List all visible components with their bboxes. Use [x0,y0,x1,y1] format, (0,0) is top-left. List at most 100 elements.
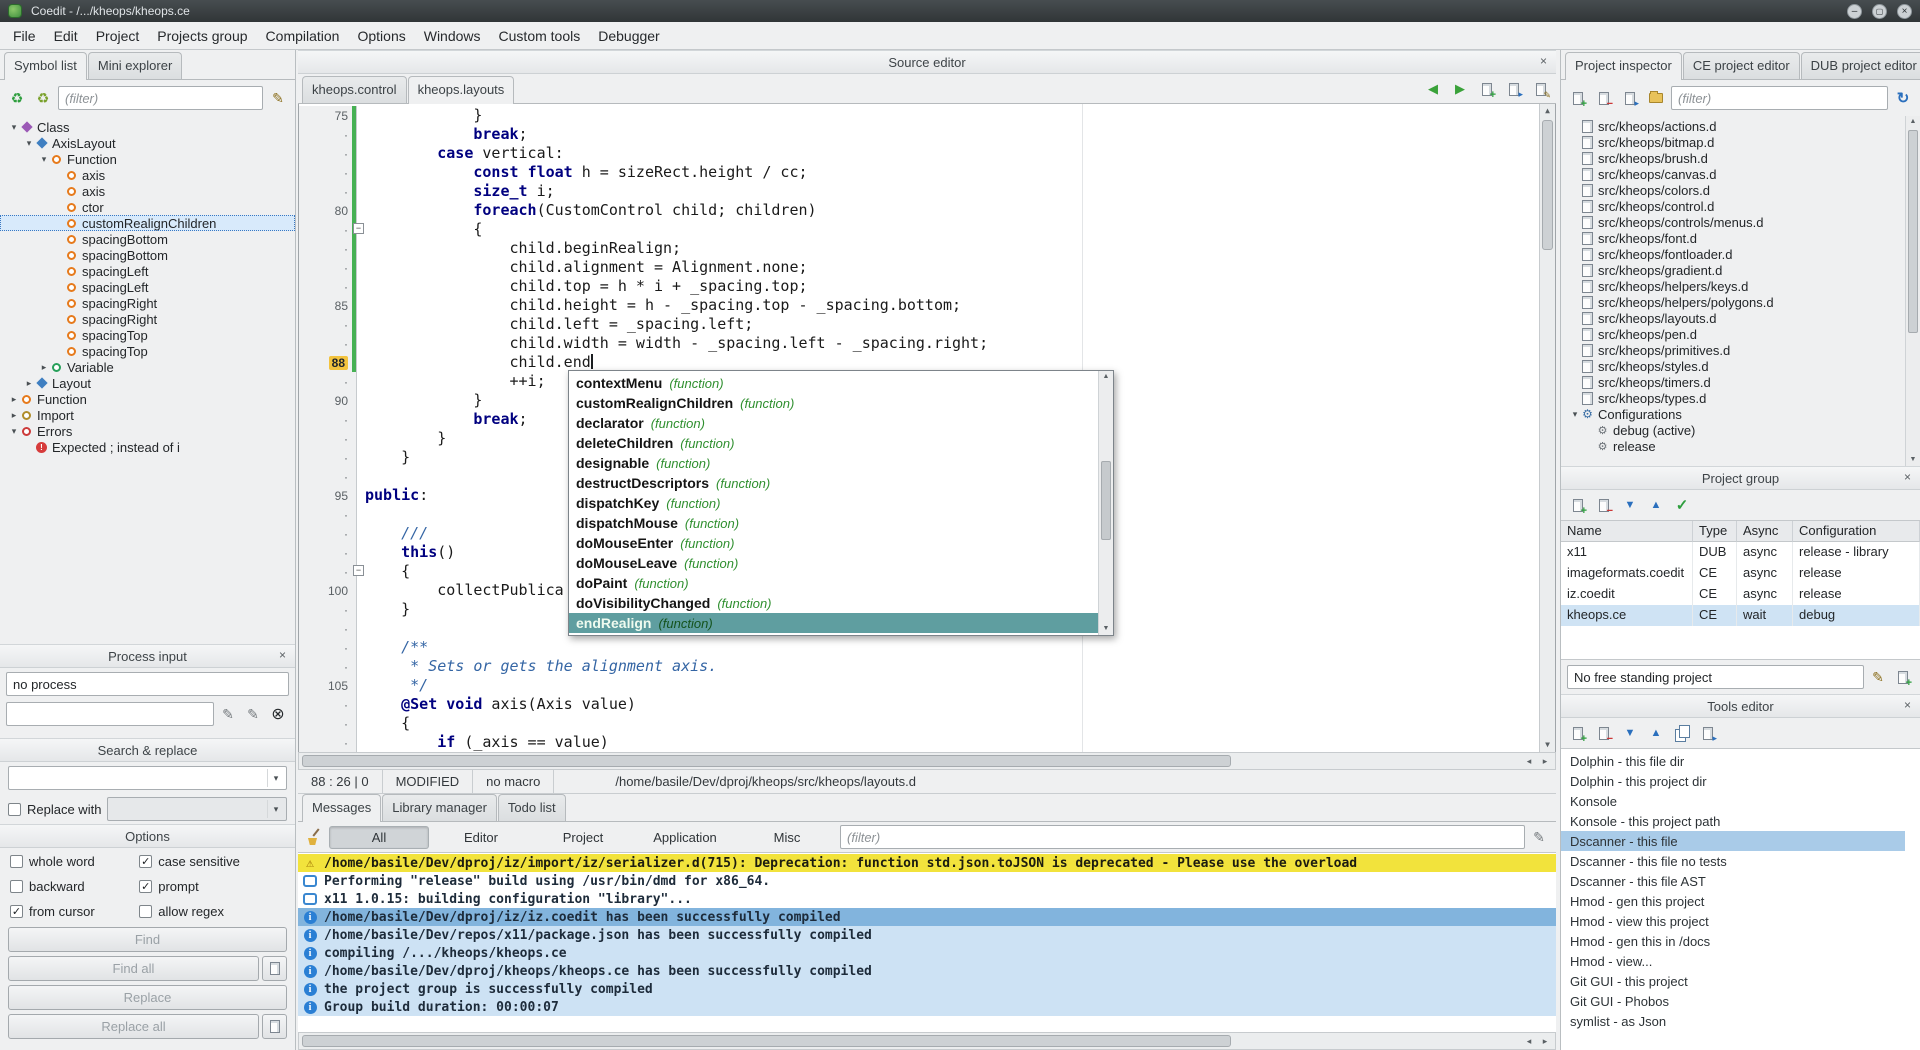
clone-tool-icon[interactable] [1671,722,1693,744]
project-file-item[interactable]: src/kheops/helpers/polygons.d [1561,294,1905,310]
project-file-item[interactable]: src/kheops/bitmap.d [1561,134,1905,150]
code-line[interactable]: · /** [299,638,1555,657]
line-gutter[interactable]: · [299,429,357,448]
symbol-tree-item[interactable]: spacingBottom [0,247,295,263]
tool-item[interactable]: symlist - as Json [1561,1011,1905,1031]
code-line[interactable]: · case vertical: [299,144,1555,163]
code-line[interactable]: · if (_axis == value) [299,733,1555,752]
code-line[interactable]: · child.width = width - _spacing.left - … [299,334,1555,353]
tool-item[interactable]: Git GUI - Phobos [1561,991,1905,1011]
symbol-tree-item[interactable]: axis [0,167,295,183]
remove-project-icon[interactable] [1593,494,1615,516]
symbol-filter-input[interactable] [58,86,263,110]
expander-icon[interactable] [8,122,20,133]
completion-item[interactable]: doPaint (function) [569,573,1098,593]
editor-vscrollbar[interactable]: ▲ ▼ [1539,104,1555,752]
completion-item[interactable]: declarator (function) [569,413,1098,433]
add-source-icon[interactable] [1567,87,1589,109]
editor-tab[interactable]: kheops.layouts [408,76,515,104]
code-line[interactable]: ·− { [299,220,1555,239]
symbol-tree-item[interactable]: spacingTop [0,327,295,343]
right-panel-tab[interactable]: CE project editor [1683,52,1800,79]
line-gutter[interactable]: · [299,239,357,258]
project-row[interactable]: iz.coedit CE async release [1561,584,1920,605]
scroll-up-icon[interactable]: ▲ [1906,116,1920,128]
symbol-tree-item[interactable]: ctor [0,199,295,215]
line-gutter[interactable]: · [299,714,357,733]
tool-item[interactable]: Hmod - gen this project [1561,891,1905,911]
line-gutter[interactable]: 90 [299,391,357,410]
project-file-item[interactable]: src/kheops/primitives.d [1561,342,1905,358]
scroll-thumb[interactable] [302,755,1231,767]
open-source-icon[interactable] [1619,87,1641,109]
completion-item[interactable]: doMouseLeave (function) [569,553,1098,573]
line-gutter[interactable]: 85 [299,296,357,315]
line-gutter[interactable]: · [299,543,357,562]
line-gutter[interactable]: 88 [299,353,357,372]
message-row[interactable]: Performing "release" build using /usr/bi… [298,872,1556,890]
scroll-left-icon[interactable]: ◂ [1521,1033,1537,1049]
symbol-tree-item[interactable]: axis [0,183,295,199]
search-option-checkbox[interactable]: allow regex [139,904,285,919]
column-header[interactable]: Type [1693,521,1737,542]
symbol-tree-item[interactable]: Class [0,119,295,135]
column-header[interactable]: Async [1737,521,1793,542]
replace-button[interactable]: Replace [8,985,287,1010]
remove-source-icon[interactable] [1593,87,1615,109]
project-row[interactable]: imageformats.coedit CE async release [1561,563,1920,584]
inspector-filter-input[interactable] [1671,86,1888,110]
close-process-panel-icon[interactable] [275,649,290,664]
symbol-tree-item[interactable]: Import [0,407,295,423]
new-document-icon[interactable] [1476,78,1498,100]
completion-item[interactable]: dispatchKey (function) [569,493,1098,513]
messages-tab[interactable]: Todo list [498,794,566,821]
message-filter-button[interactable]: All [329,826,429,849]
line-gutter[interactable]: · [299,277,357,296]
project-file-item[interactable]: src/kheops/brush.d [1561,150,1905,166]
line-gutter[interactable]: · [299,315,357,334]
completion-item[interactable]: dispatchMouse (function) [569,513,1098,533]
inspector-vscrollbar[interactable]: ▲ ▼ [1905,116,1920,466]
line-gutter[interactable]: · [299,600,357,619]
move-tool-down-icon[interactable] [1619,722,1641,744]
replace-all-button[interactable]: Replace all [8,1014,259,1039]
checkbox-icon[interactable] [139,905,152,918]
editor-hscrollbar[interactable]: ◂ ▸ [298,752,1556,770]
code-line[interactable]: · child.top = h * i + _spacing.top; [299,277,1555,296]
completion-scrollbar[interactable]: ▲ ▼ [1098,371,1113,635]
message-filter-button[interactable]: Application [635,826,735,849]
close-editor-panel-icon[interactable] [1536,55,1551,70]
line-gutter[interactable]: · [299,619,357,638]
send-input-icon[interactable] [217,703,239,725]
project-file-item[interactable]: src/kheops/control.d [1561,198,1905,214]
menu-item[interactable]: Edit [45,24,87,48]
project-file-item[interactable]: src/kheops/helpers/keys.d [1561,278,1905,294]
scroll-down-icon[interactable]: ▼ [1540,738,1555,752]
code-line[interactable]: · * Sets or gets the alignment axis. [299,657,1555,676]
menu-item[interactable]: Windows [415,24,490,48]
column-header[interactable]: Configuration [1793,521,1920,542]
search-option-checkbox[interactable]: backward [10,879,139,894]
checkbox-icon[interactable] [10,855,23,868]
menu-item[interactable]: Project [87,24,149,48]
completion-item[interactable]: doVisibilityChanged (function) [569,593,1098,613]
code-line[interactable]: 105 */ [299,676,1555,695]
project-file-item[interactable]: src/kheops/timers.d [1561,374,1905,390]
tool-item[interactable]: Konsole - this project path [1561,811,1905,831]
message-filter-button[interactable]: Misc [737,826,837,849]
project-file-item[interactable]: src/kheops/controls/menus.d [1561,214,1905,230]
scroll-thumb[interactable] [1101,461,1111,540]
expander-icon[interactable] [23,378,35,389]
next-document-icon[interactable] [1449,78,1471,100]
completion-item[interactable]: designable (function) [569,453,1098,473]
code-line[interactable]: 85 child.height = h - _spacing.top - _sp… [299,296,1555,315]
message-filter-button[interactable]: Editor [431,826,531,849]
tool-item[interactable]: Dscanner - this file [1561,831,1905,851]
tool-item[interactable]: Git GUI - this project [1561,971,1905,991]
completion-item[interactable]: destructDescriptors (function) [569,473,1098,493]
line-gutter[interactable]: · [299,524,357,543]
kill-process-icon[interactable] [267,703,289,725]
move-project-up-icon[interactable] [1645,494,1667,516]
search-term-combo[interactable] [8,766,287,790]
message-row[interactable]: /home/basile/Dev/dproj/iz/import/iz/seri… [298,854,1556,872]
